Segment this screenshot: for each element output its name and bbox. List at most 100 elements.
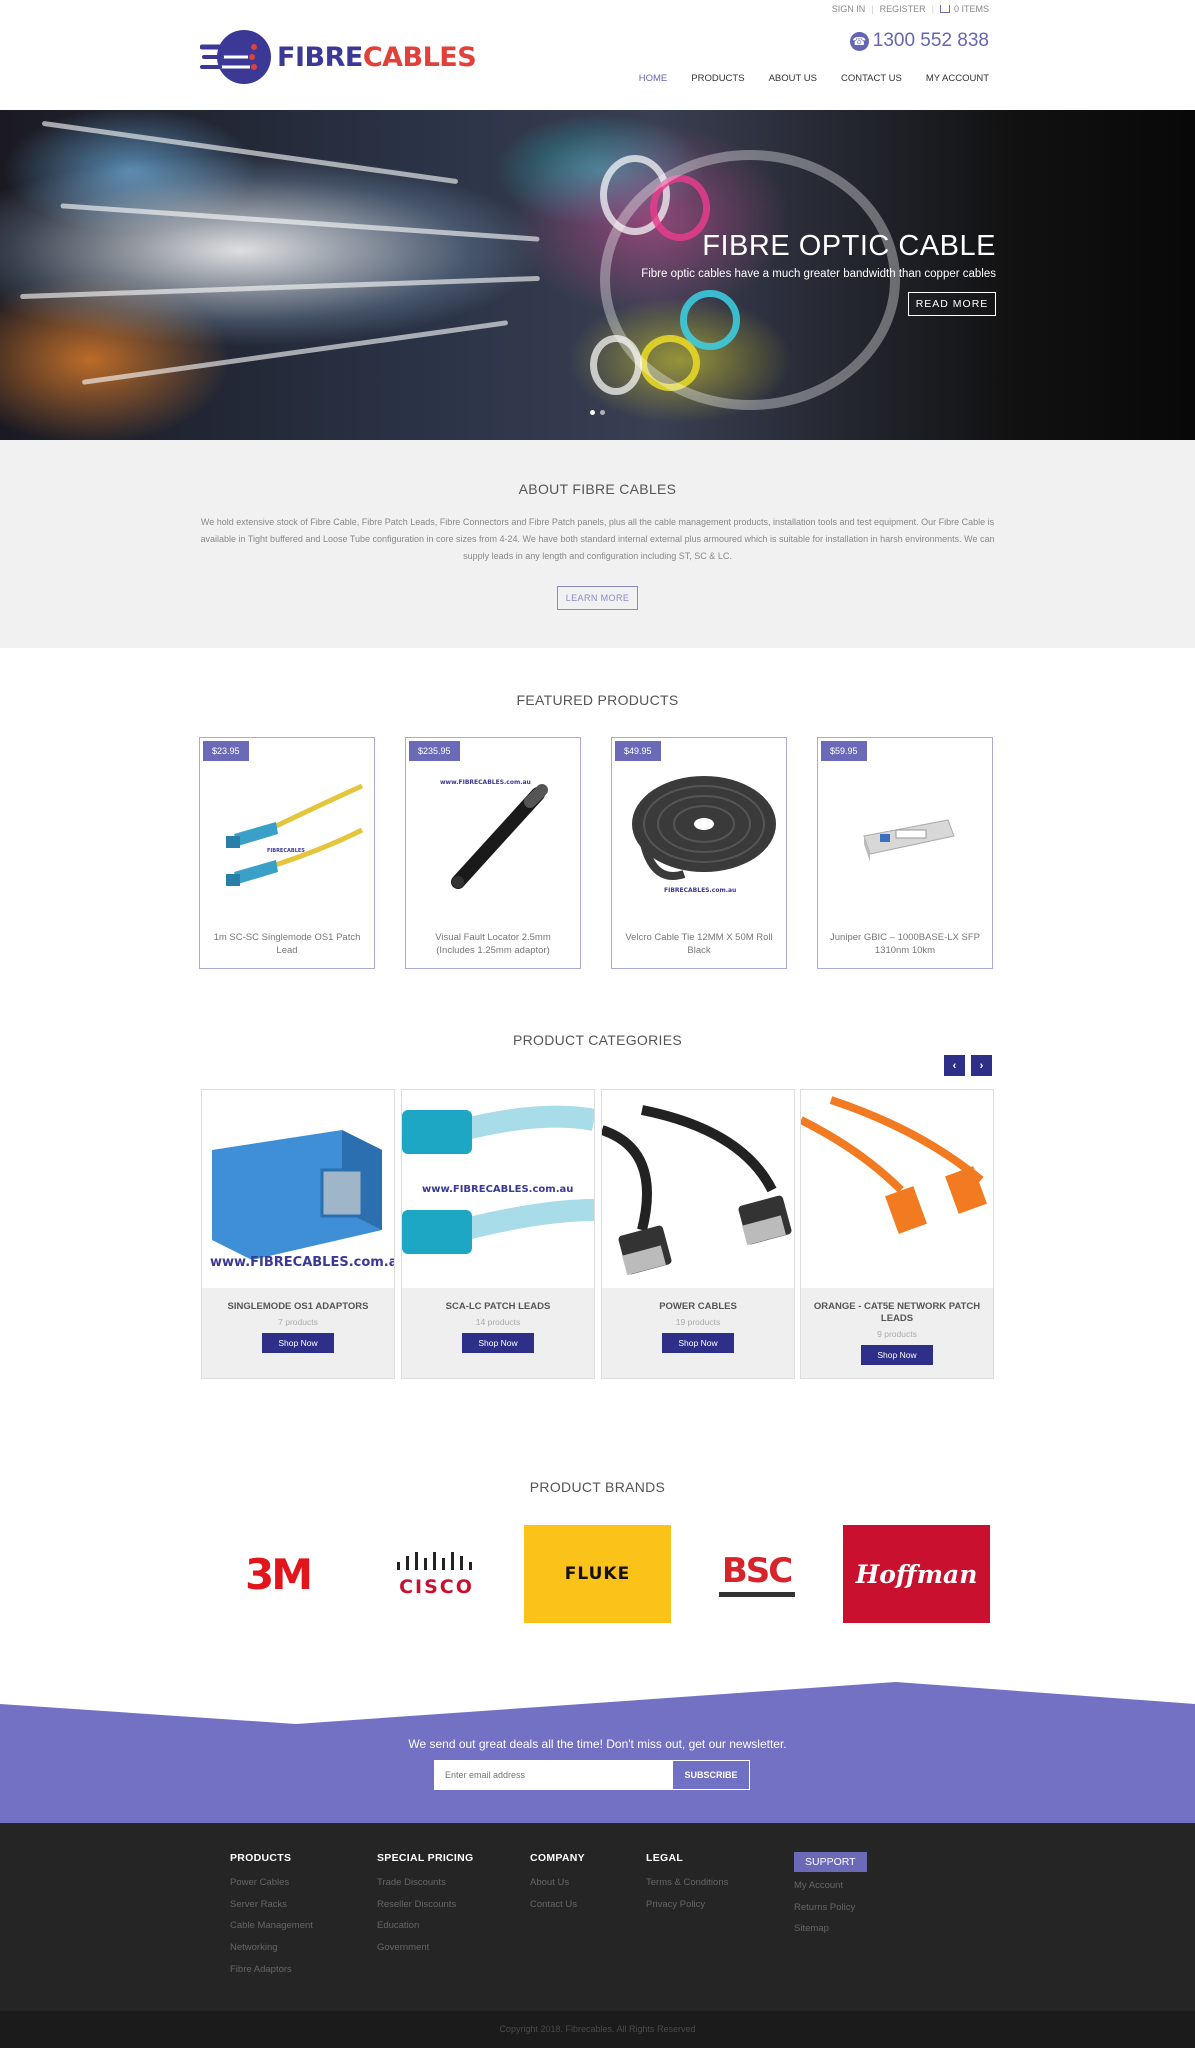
footer-link[interactable]: Government: [377, 1937, 474, 1959]
footer-link[interactable]: About Us: [530, 1872, 585, 1894]
site-footer: [0, 1823, 1195, 2011]
category-image: www.FIBRECABLES.com.au: [402, 1090, 594, 1288]
footer-link[interactable]: My Account: [794, 1875, 867, 1897]
footer-link[interactable]: Contact Us: [530, 1894, 585, 1916]
slider-dot[interactable]: [600, 410, 605, 415]
shop-now-button[interactable]: Shop Now: [462, 1333, 534, 1353]
brand-logo-fluke[interactable]: FLUKE: [524, 1525, 671, 1623]
orange-patch-lead-image: [801, 1096, 987, 1234]
phone-text: 1300 552 838: [872, 30, 989, 51]
price-badge: $235.95: [409, 741, 460, 761]
hero-banner: FIBRE OPTIC CABLE Fibre optic cables hav…: [0, 110, 1195, 440]
nav-contact-us[interactable]: CONTACT US: [841, 73, 902, 84]
category-card[interactable]: www.FIBRECABLES.com.au SINGLEMODE OS1 AD…: [201, 1089, 395, 1379]
top-links: SIGN IN | REGISTER | 0 ITEMS: [832, 4, 989, 14]
brand-logo-3m[interactable]: 3M: [204, 1525, 351, 1623]
nav-products[interactable]: PRODUCTS: [691, 73, 744, 84]
divider: |: [871, 4, 874, 14]
main-nav: HOME PRODUCTS ABOUT US CONTACT US MY ACC…: [639, 73, 989, 84]
shop-now-button[interactable]: Shop Now: [861, 1345, 933, 1365]
category-name: ORANGE - CAT5E NETWORK PATCH LEADS: [813, 1301, 981, 1324]
hero-light-streak: [20, 275, 540, 300]
product-card[interactable]: $23.95 FIBRECABLES 1m SC-SC Singlemode O…: [199, 737, 375, 969]
phone-icon: ☎: [849, 31, 869, 51]
footer-column-company: COMPANY About Us Contact Us: [530, 1852, 585, 1915]
footer-link[interactable]: Education: [377, 1915, 474, 1937]
brand-logo-bsc[interactable]: BSC: [683, 1525, 830, 1623]
sc-adaptor-image: www.FIBRECABLES.com.au: [210, 1130, 394, 1270]
category-image: www.FIBRECABLES.com.au: [202, 1090, 394, 1288]
category-card[interactable]: www.FIBRECABLES.com.au SCA-LC PATCH LEAD…: [401, 1089, 595, 1379]
register-link[interactable]: REGISTER: [880, 4, 926, 14]
hero-light-streak: [60, 203, 540, 242]
footer-heading: PRODUCTS: [230, 1852, 292, 1864]
about-text: We hold extensive stock of Fibre Cable, …: [200, 517, 995, 561]
hero-cable-jacket: [600, 150, 900, 410]
footer-link[interactable]: Power Cables: [230, 1872, 313, 1894]
brand-logo-hoffman[interactable]: Hoffman: [843, 1525, 990, 1623]
patch-lead-category-image: www.FIBRECABLES.com.au: [402, 1105, 594, 1254]
footer-heading: SPECIAL PRICING: [377, 1852, 474, 1864]
read-more-button[interactable]: READ MORE: [908, 292, 996, 316]
shop-now-button[interactable]: Shop Now: [662, 1333, 734, 1353]
category-count: 9 products: [877, 1329, 917, 1339]
footer-link[interactable]: Fibre Adaptors: [230, 1959, 313, 1981]
footer-link[interactable]: Server Racks: [230, 1894, 313, 1916]
nav-about-us[interactable]: ABOUT US: [769, 73, 817, 84]
sfp-module-image: [863, 819, 955, 862]
slider-dot-active[interactable]: [590, 410, 595, 415]
brand-cisco-text: CISCO: [399, 1576, 474, 1598]
fault-locator-image: www.FIBRECABLES.com.au: [440, 779, 548, 889]
hero-title: FIBRE OPTIC CABLE: [702, 230, 996, 262]
category-card[interactable]: ORANGE - CAT5E NETWORK PATCH LEADS 9 pro…: [800, 1089, 994, 1379]
product-card[interactable]: $235.95 www.FIBRECABLES.com.au Visual Fa…: [405, 737, 581, 969]
footer-link[interactable]: Reseller Discounts: [377, 1894, 474, 1916]
brand-logo-cisco[interactable]: CISCO: [363, 1525, 510, 1623]
product-card[interactable]: $59.95 Juniper GBIC – 1000BASE-LX SFP 13…: [817, 737, 993, 969]
learn-more-button[interactable]: LEARN MORE: [557, 586, 638, 610]
newsletter-email-input[interactable]: [434, 1760, 673, 1790]
logo-mark-icon: [199, 30, 271, 84]
site-logo[interactable]: FIBRECABLES: [199, 28, 477, 86]
subscribe-button[interactable]: SUBSCRIBE: [672, 1760, 750, 1790]
footer-heading: COMPANY: [530, 1852, 585, 1864]
footer-column-products: PRODUCTS Power Cables Server Racks Cable…: [230, 1852, 313, 1981]
category-name: SINGLEMODE OS1 ADAPTORS: [227, 1301, 369, 1312]
newsletter-text: We send out great deals all the time! Do…: [408, 1737, 787, 1751]
shop-now-button[interactable]: Shop Now: [262, 1333, 334, 1353]
cart-count: 0 ITEMS: [953, 4, 989, 14]
svg-text:FIBRECABLES.com.au: FIBRECABLES.com.au: [664, 887, 736, 894]
footer-link[interactable]: Terms & Conditions: [646, 1872, 728, 1894]
footer-link[interactable]: Sitemap: [794, 1918, 867, 1940]
footer-link[interactable]: Trade Discounts: [377, 1872, 474, 1894]
footer-link[interactable]: Cable Management: [230, 1915, 313, 1937]
category-card[interactable]: POWER CABLES 19 products Shop Now: [601, 1089, 795, 1379]
category-image: [801, 1090, 993, 1288]
carousel-prev-button[interactable]: ‹: [944, 1055, 965, 1076]
nav-my-account[interactable]: MY ACCOUNT: [926, 73, 989, 84]
footer-link[interactable]: Privacy Policy: [646, 1894, 728, 1916]
sign-in-link[interactable]: SIGN IN: [832, 4, 866, 14]
product-name: Visual Fault Locator 2.5mm (Includes 1.2…: [435, 932, 551, 956]
carousel-next-button[interactable]: ›: [971, 1055, 992, 1076]
hero-light-streak: [81, 320, 509, 385]
category-count: 7 products: [278, 1317, 318, 1327]
footer-link[interactable]: Returns Policy: [794, 1897, 867, 1919]
phone-number[interactable]: ☎ 1300 552 838: [849, 30, 989, 52]
cisco-bars-icon: [396, 1552, 472, 1570]
category-image: [602, 1090, 794, 1288]
product-card[interactable]: $49.95 FIBRECABLES.com.au Velcro Cable T…: [611, 737, 787, 969]
product-brands-title: PRODUCT BRANDS: [529, 1479, 666, 1495]
category-carousel: www.FIBRECABLES.com.au SINGLEMODE OS1 AD…: [201, 1089, 994, 1379]
footer-heading-support: SUPPORT: [794, 1852, 867, 1872]
logo-wordmark: FIBRECABLES: [277, 42, 477, 73]
svg-text:FIBRECABLES: FIBRECABLES: [267, 848, 305, 854]
nav-home[interactable]: HOME: [639, 73, 668, 84]
product-name: Juniper GBIC – 1000BASE-LX SFP 1310nm 10…: [830, 932, 980, 956]
copyright-text: Copyright 2018. Fibrecables. All Rights …: [0, 2011, 1195, 2048]
cart-link[interactable]: 0 ITEMS: [939, 4, 989, 14]
footer-column-legal: LEGAL Terms & Conditions Privacy Policy: [646, 1852, 728, 1915]
about-title: ABOUT FIBRE CABLES: [518, 481, 677, 497]
about-section: ABOUT FIBRE CABLES We hold extensive sto…: [0, 440, 1195, 648]
footer-link[interactable]: Networking: [230, 1937, 313, 1959]
